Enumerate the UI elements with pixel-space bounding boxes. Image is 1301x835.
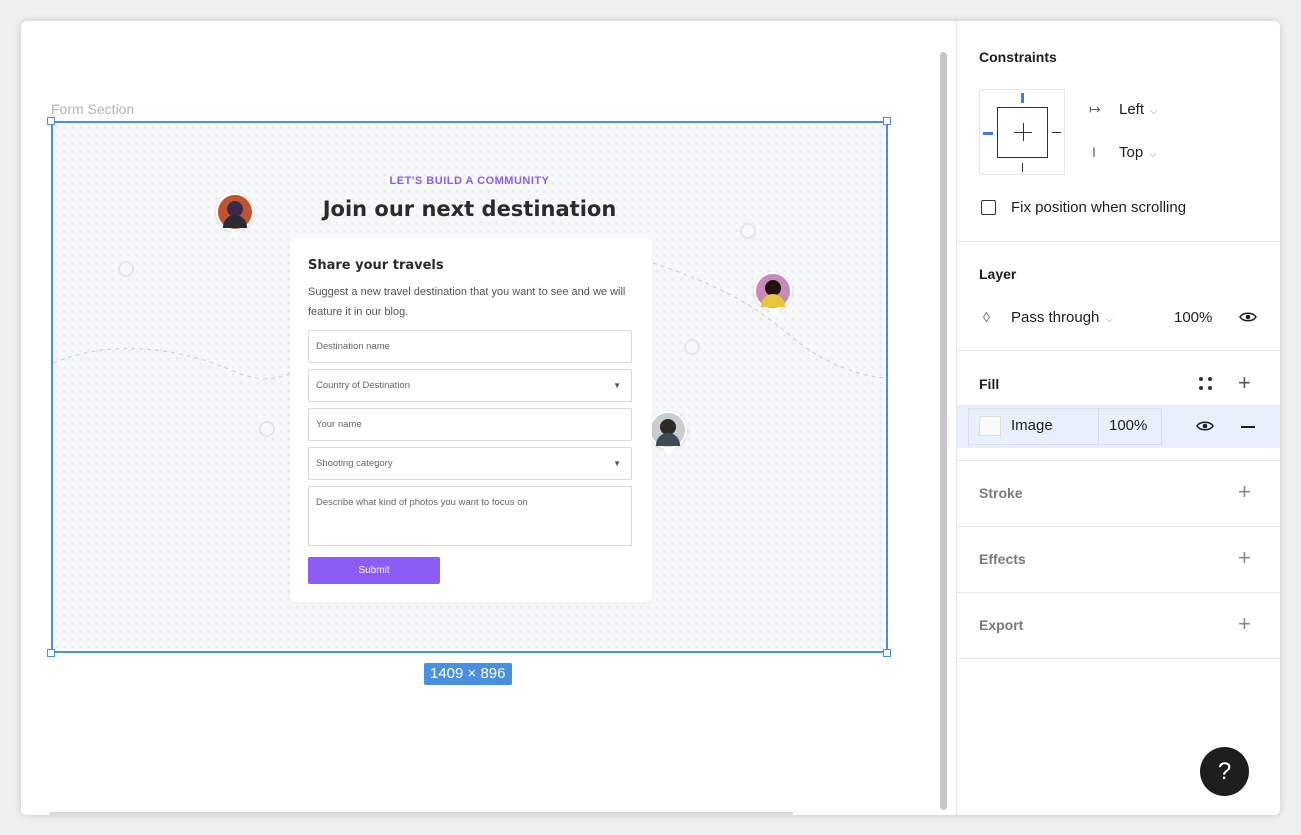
resize-handle-bottom-left[interactable]	[47, 649, 55, 657]
vertical-scrollbar[interactable]	[940, 52, 947, 810]
constraint-top-marker[interactable]	[1021, 93, 1024, 103]
add-fill-plus-icon[interactable]: +	[1238, 372, 1251, 394]
field-placeholder: Shooting category	[316, 458, 393, 469]
fill-type-label[interactable]: Image	[1011, 417, 1053, 434]
section-headline: Join our next destination	[322, 197, 617, 221]
fill-styles-icon[interactable]	[1199, 377, 1213, 391]
help-button[interactable]: ?	[1200, 747, 1249, 796]
constraint-center-v	[1023, 123, 1024, 141]
divider	[957, 241, 1280, 242]
horizontal-constraint-value: Left	[1119, 101, 1145, 118]
vertical-constraint-icon: Ι	[1092, 144, 1096, 160]
constraint-right-marker[interactable]	[1052, 132, 1061, 133]
selected-frame[interactable]: LET'S BUILD A COMMUNITY Join our next de…	[51, 121, 888, 653]
remove-fill-minus-icon[interactable]	[1241, 426, 1255, 428]
constraints-widget[interactable]	[979, 89, 1065, 175]
design-canvas[interactable]: Form Section LET'S BUILD A COMMUNITY Joi…	[21, 21, 956, 815]
export-title: Export	[979, 617, 1024, 633]
section-eyebrow: LET'S BUILD A COMMUNITY	[389, 175, 550, 187]
chevron-down-icon: ⌵	[1105, 314, 1113, 325]
shooting-category-select[interactable]: Shooting category ▼	[308, 447, 632, 480]
divider	[957, 592, 1280, 593]
horizontal-constraint-icon: ↦	[1089, 101, 1101, 117]
destination-name-field[interactable]: Destination name	[308, 330, 632, 363]
fix-position-label[interactable]: Fix position when scrolling	[1011, 199, 1186, 216]
frame-size-badge: 1409 × 896	[424, 663, 512, 685]
divider	[957, 658, 1280, 659]
constraint-bottom-marker[interactable]	[1022, 163, 1023, 172]
caret-down-icon: ▼	[613, 381, 621, 390]
eye-icon[interactable]	[1239, 311, 1257, 323]
add-export-plus-icon[interactable]: +	[1238, 613, 1251, 635]
fill-title: Fill	[979, 376, 1000, 392]
divider	[957, 350, 1280, 351]
traveler-avatar-pin	[754, 272, 792, 317]
blend-mode-select[interactable]: Pass through ⌵	[1011, 309, 1113, 326]
horizontal-scrollbar[interactable]	[49, 812, 793, 815]
properties-panel: Constraints ↦ Left ⌵ Ι Top ⌵ Fix position …	[956, 21, 1280, 815]
caret-down-icon: ▼	[613, 459, 621, 468]
blend-mode-drop-icon: ◊	[983, 309, 990, 325]
description-textarea[interactable]: Describe what kind of photos you want to…	[308, 486, 632, 546]
divider	[957, 526, 1280, 527]
map-marker-ring	[259, 421, 275, 437]
layer-opacity-input[interactable]: 100%	[1174, 309, 1212, 326]
form-title: Share your travels	[308, 258, 444, 273]
image-thumbnail[interactable]	[979, 416, 1001, 436]
resize-handle-top-left[interactable]	[47, 117, 55, 125]
field-placeholder: Destination name	[316, 341, 390, 352]
horizontal-constraint-select[interactable]: Left ⌵	[1119, 101, 1158, 118]
frame-label[interactable]: Form Section	[51, 101, 134, 117]
effects-title: Effects	[979, 551, 1026, 567]
fix-position-checkbox[interactable]	[981, 200, 996, 215]
app-window: Form Section LET'S BUILD A COMMUNITY Joi…	[21, 21, 1280, 815]
form-description: Suggest a new travel destination that yo…	[308, 286, 626, 318]
add-stroke-plus-icon[interactable]: +	[1238, 481, 1251, 503]
chevron-down-icon: ⌵	[1149, 149, 1157, 160]
chevron-down-icon: ⌵	[1150, 106, 1158, 117]
map-marker-ring	[684, 339, 700, 355]
map-marker-ring	[118, 261, 134, 277]
layer-title: Layer	[979, 266, 1017, 282]
resize-handle-top-right[interactable]	[883, 117, 891, 125]
vertical-constraint-value: Top	[1119, 144, 1144, 161]
eye-icon[interactable]	[1196, 420, 1214, 432]
constraint-left-marker[interactable]	[983, 132, 993, 135]
vertical-constraint-select[interactable]: Top ⌵	[1119, 144, 1157, 161]
form-card: Share your travels Suggest a new travel …	[290, 238, 652, 602]
field-placeholder: Your name	[316, 419, 362, 430]
field-placeholder: Describe what kind of photos you want to…	[316, 497, 528, 508]
constraints-title: Constraints	[979, 49, 1057, 65]
resize-handle-bottom-right[interactable]	[883, 649, 891, 657]
field-placeholder: Country of Destination	[316, 380, 410, 391]
blend-mode-value: Pass through	[1011, 309, 1100, 326]
country-select[interactable]: Country of Destination ▼	[308, 369, 632, 402]
divider	[957, 460, 1280, 461]
add-effect-plus-icon[interactable]: +	[1238, 547, 1251, 569]
map-marker-ring	[740, 223, 756, 239]
your-name-field[interactable]: Your name	[308, 408, 632, 441]
fill-opacity-input[interactable]: 100%	[1109, 417, 1147, 434]
fill-row-image[interactable]: Image 100%	[957, 405, 1280, 448]
stroke-title: Stroke	[979, 485, 1023, 501]
traveler-avatar-pin	[649, 411, 687, 456]
submit-button[interactable]: Submit	[308, 557, 440, 584]
constraint-box	[997, 107, 1048, 158]
